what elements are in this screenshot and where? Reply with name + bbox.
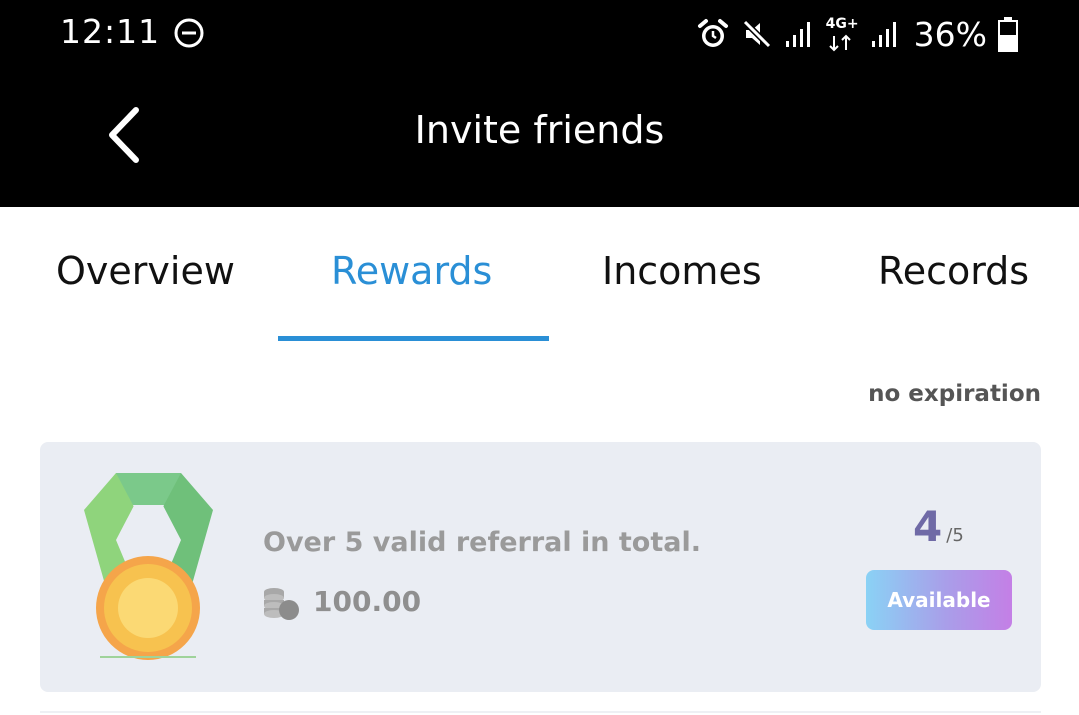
tab-records[interactable]: Records <box>878 249 1029 293</box>
status-time: 12:11 <box>60 12 161 51</box>
tab-bar: Overview Rewards Incomes Records <box>0 207 1079 347</box>
reward-amount: 100.00 <box>313 585 422 618</box>
divider <box>40 711 1041 713</box>
battery-icon <box>998 17 1018 52</box>
tab-overview[interactable]: Overview <box>56 249 235 293</box>
page-title: Invite friends <box>414 108 665 152</box>
tab-rewards[interactable]: Rewards <box>331 249 492 293</box>
data-arrows-icon <box>828 34 851 52</box>
signal-icon <box>871 22 896 47</box>
medal-icon <box>84 473 213 660</box>
active-tab-indicator <box>278 336 549 341</box>
coins-icon <box>264 588 299 620</box>
reward-card: Over 5 valid referral in total. 100.00 4… <box>40 442 1041 692</box>
battery-percent: 36% <box>913 14 987 54</box>
progress-current: 4 <box>913 502 943 551</box>
tab-incomes[interactable]: Incomes <box>602 249 762 293</box>
reward-description: Over 5 valid referral in total. <box>263 527 701 558</box>
signal-icon <box>785 22 810 47</box>
mute-icon <box>741 18 772 50</box>
alarm-icon <box>697 19 728 47</box>
top-bar: 12:11 4G+ 36% Invite friends <box>0 0 1079 207</box>
network-type: 4G+ <box>824 14 860 54</box>
do-not-disturb-icon <box>174 18 204 48</box>
status-icons: 4G+ 36% <box>696 10 1019 58</box>
expiry-note: no expiration <box>868 381 1041 407</box>
reward-progress: 4/5 <box>913 502 964 551</box>
progress-total: 5 <box>952 525 964 546</box>
available-button[interactable]: Available <box>866 570 1012 630</box>
